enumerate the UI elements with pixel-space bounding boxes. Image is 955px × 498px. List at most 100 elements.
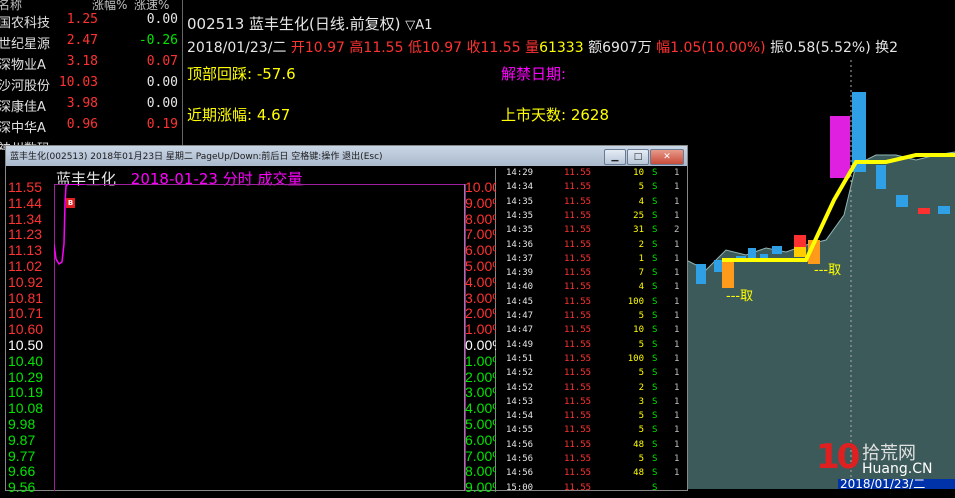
stock-row[interactable]: 国农科技 1.25 0.00 <box>0 10 182 32</box>
trade-volume: 48 <box>633 468 644 479</box>
trade-time: 14:53 <box>506 396 534 407</box>
price-axis-label: 10.29 <box>8 368 44 385</box>
trade-side: S <box>652 468 658 479</box>
trade-volume: 100 <box>627 353 644 364</box>
trade-volume: 5 <box>638 454 644 464</box>
candle <box>830 116 850 178</box>
intraday-plot-area[interactable] <box>54 184 466 491</box>
intraday-popup-window[interactable]: 蓝丰生化(002513) 2018年01月23日 星期二 PageUp/Down… <box>5 145 688 495</box>
price-axis-label: 9.77 <box>8 447 36 464</box>
ohlc-line: 2018/01/23/二 开10.97 高11.55 低10.97 收11.55… <box>187 40 899 56</box>
trade-price: 11.55 <box>564 168 592 178</box>
price-axis-label: 10.71 <box>8 305 44 322</box>
trade-time: 15:00 <box>506 482 534 493</box>
trade-row[interactable]: 15:00 11.55 S <box>496 481 684 498</box>
stock-name: 国农科技 <box>0 16 51 31</box>
stock-row[interactable]: 深物业A 3.18 0.07 <box>0 52 182 74</box>
trade-side: S <box>652 439 658 450</box>
trade-count: 1 <box>674 239 680 250</box>
trade-count: 1 <box>674 368 680 379</box>
price-axis-label: 9.87 <box>8 431 36 448</box>
trade-count: 1 <box>674 296 680 307</box>
stock-name: 深中华A <box>0 121 46 136</box>
watermark: 10 拾荒网 Huang.CN <box>816 437 946 477</box>
trade-volume: 2 <box>638 382 644 393</box>
price-axis-label: 11.44 <box>8 194 42 211</box>
trade-side: S <box>652 325 658 336</box>
pct-axis-label: 6.00% <box>465 431 496 448</box>
stock-change: 1.25 <box>66 12 98 27</box>
stock-row[interactable]: 沙河股份 10.03 0.00 <box>0 73 182 95</box>
pct-axis-label: 2.00% <box>465 305 496 322</box>
stock-speed: 0.19 <box>146 117 178 132</box>
trade-count: 1 <box>674 382 680 393</box>
stock-change: 0.96 <box>66 117 98 132</box>
pct-axis-label: 5.00% <box>465 258 496 274</box>
stock-speed: 0.00 <box>146 96 178 111</box>
candle <box>896 195 908 207</box>
stock-list-header: 名称 涨幅% 涨速% <box>0 0 182 12</box>
trade-time: 14:47 <box>506 325 534 336</box>
trade-side: S <box>652 196 658 207</box>
minimize-button[interactable]: ▁ <box>604 149 626 165</box>
trade-time: 14:35 <box>506 210 534 221</box>
trade-price: 11.55 <box>564 439 592 450</box>
pct-axis-label: 6.00% <box>465 242 496 259</box>
trade-price: 11.55 <box>564 311 592 321</box>
candle <box>722 260 734 288</box>
candle <box>918 208 930 214</box>
trade-side: S <box>652 411 658 422</box>
trade-side: S <box>652 239 658 250</box>
trade-volume: 5 <box>638 311 644 321</box>
trade-volume: 1 <box>638 253 644 264</box>
popup-title-bar[interactable]: 蓝丰生化(002513) 2018年01月23日 星期二 PageUp/Down… <box>6 146 687 166</box>
trade-volume: 4 <box>638 196 644 207</box>
pct-axis-label: 1.00% <box>465 321 496 338</box>
trade-count: 1 <box>674 425 680 436</box>
stock-name: 沙河股份 <box>0 79 51 94</box>
trade-price: 11.55 <box>564 325 592 336</box>
price-axis-label: 9.56 <box>8 479 36 496</box>
trade-volume: 48 <box>633 439 644 450</box>
stock-row[interactable]: 世纪星源 2.47 -0.26 <box>0 31 182 53</box>
trade-price: 11.55 <box>564 339 592 350</box>
price-axis-label: 9.66 <box>8 463 36 480</box>
trade-side: S <box>652 168 658 178</box>
trade-price: 11.55 <box>564 482 592 493</box>
pct-axis-label: 9.00% <box>465 194 496 211</box>
trade-time: 14:56 <box>506 454 534 464</box>
stock-row[interactable]: 深中华A 0.96 0.19 <box>0 115 182 137</box>
trade-side: S <box>652 339 658 350</box>
trade-time: 14:34 <box>506 182 534 193</box>
trade-side: S <box>652 311 658 321</box>
daily-title: 002513 蓝丰生化(日线.前复权) ▽A1 <box>187 15 433 33</box>
price-axis-label: 10.60 <box>8 321 44 338</box>
popup-title: 蓝丰生化(002513) 2018年01月23日 星期二 PageUp/Down… <box>10 152 383 162</box>
trade-time: 14:39 <box>506 268 534 279</box>
candle <box>794 247 806 257</box>
trade-price: 11.55 <box>564 382 592 393</box>
trade-count: 1 <box>674 210 680 221</box>
close-button[interactable]: ✕ <box>650 149 684 165</box>
trade-volume: 5 <box>638 411 644 422</box>
trade-volume: 5 <box>638 425 644 436</box>
stock-name: 深物业A <box>0 58 46 73</box>
trade-time: 14:55 <box>506 425 534 436</box>
trade-price: 11.55 <box>564 368 592 379</box>
trade-volume: 10 <box>633 325 644 336</box>
daily-candle-chart[interactable]: ---取 ---取 <box>686 60 955 489</box>
candle <box>696 264 706 284</box>
maximize-button[interactable]: □ <box>627 149 649 165</box>
trade-count: 1 <box>674 468 680 479</box>
stock-list: 名称 涨幅% 涨速% 国农科技 1.25 0.00 世纪星源 2.47 -0.26 深物业A… <box>0 0 182 150</box>
trade-side: S <box>652 382 658 393</box>
stock-row[interactable]: 深康佳A 3.98 0.00 <box>0 94 182 116</box>
trade-volume: 2 <box>638 239 644 250</box>
candle <box>760 254 768 258</box>
stock-change: 2.47 <box>66 33 98 48</box>
buy-marker: B <box>66 198 75 208</box>
pct-axis-label: 4.00% <box>465 273 496 290</box>
price-axis-label: 10.40 <box>8 352 44 369</box>
unlock-info: 解禁日期: <box>501 65 567 83</box>
trade-time: 14:54 <box>506 411 534 422</box>
